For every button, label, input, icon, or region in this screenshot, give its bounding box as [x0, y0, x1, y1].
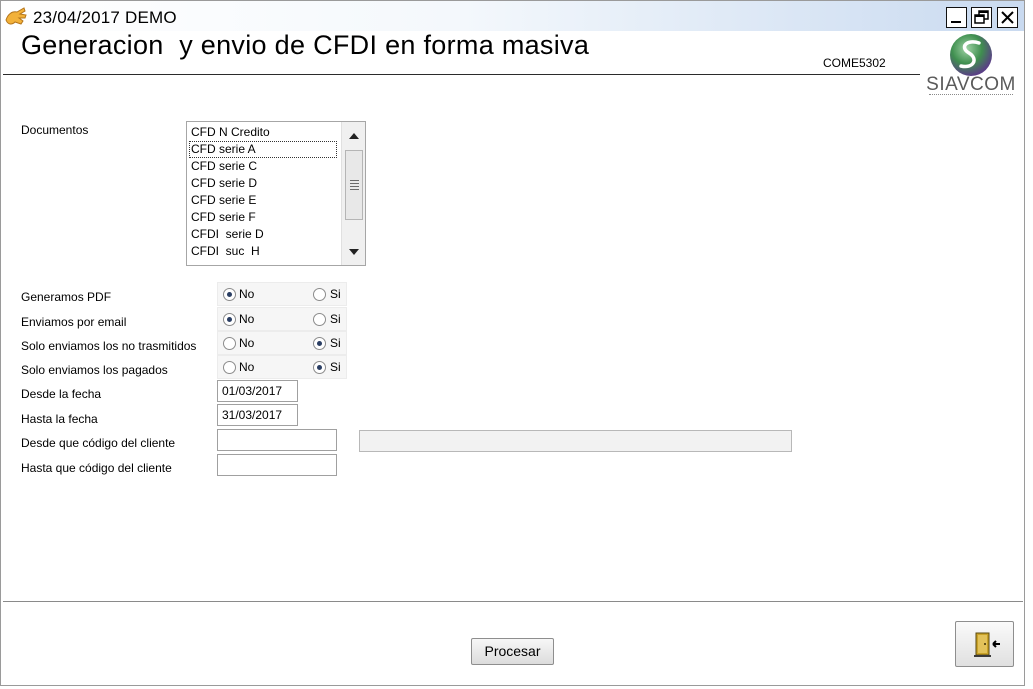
- radio-label-no: No: [239, 360, 255, 374]
- close-button[interactable]: [997, 7, 1018, 28]
- list-item-selected[interactable]: CFD serie A: [189, 141, 337, 158]
- radio-email-no[interactable]: [223, 313, 236, 326]
- radio-pagados-si[interactable]: [313, 361, 326, 374]
- main-window: 23/04/2017 DEMO Generacion y envio de CF…: [0, 0, 1025, 686]
- documents-listbox[interactable]: CFD N Credito CFD serie A CFD serie C CF…: [186, 121, 366, 266]
- documents-label: Documentos: [21, 123, 89, 137]
- radio-no-trasmitidos-no[interactable]: [223, 337, 236, 350]
- option-label-no-trasmitidos: Solo enviamos los no trasmitidos: [21, 339, 197, 353]
- date-from-field[interactable]: 01/03/2017: [217, 380, 298, 402]
- list-item[interactable]: CFD serie E: [187, 192, 339, 209]
- list-item[interactable]: CFD serie C: [187, 158, 339, 175]
- footer-divider: [3, 601, 1023, 602]
- option-group-pagados: No Si: [217, 355, 347, 379]
- client-from-field[interactable]: [217, 429, 337, 451]
- list-item-partial: [187, 260, 339, 265]
- list-item[interactable]: CFDI serie D: [187, 226, 339, 243]
- restore-button[interactable]: [971, 7, 992, 28]
- minimize-icon: [951, 21, 961, 23]
- minimize-button[interactable]: [946, 7, 967, 28]
- scroll-up-arrow-icon[interactable]: [342, 124, 366, 146]
- process-button[interactable]: Procesar: [471, 638, 554, 665]
- client-from-name-field: [359, 430, 792, 452]
- date-to-label: Hasta la fecha: [21, 412, 98, 426]
- siavcom-logo: SIAVCOM: [923, 33, 1019, 101]
- list-item[interactable]: CFD serie F: [187, 209, 339, 226]
- option-group-pdf: No Si: [217, 282, 347, 306]
- restore-icon: [974, 10, 989, 24]
- title-bar: 23/04/2017 DEMO: [1, 1, 1024, 31]
- radio-pdf-no[interactable]: [223, 288, 236, 301]
- page-title: Generacion y envio de CFDI en forma masi…: [21, 30, 590, 60]
- client-from-label: Desde que código del cliente: [21, 436, 176, 450]
- logo-emblem-icon: [950, 34, 992, 76]
- radio-pdf-si[interactable]: [313, 288, 326, 301]
- radio-label-si: Si: [330, 312, 341, 326]
- radio-label-si: Si: [330, 287, 341, 301]
- close-icon: [1001, 11, 1014, 24]
- option-group-no-trasmitidos: No Si: [217, 331, 347, 355]
- option-label-email: Enviamos por email: [21, 315, 127, 329]
- window-title: 23/04/2017 DEMO: [33, 8, 177, 27]
- option-label-pagados: Solo enviamos los pagados: [21, 363, 168, 377]
- header-divider: [3, 74, 920, 75]
- exit-button[interactable]: [955, 621, 1014, 667]
- option-label-pdf: Generamos PDF: [21, 290, 112, 304]
- logo-text: SIAVCOM: [926, 74, 1016, 95]
- exit-door-icon: [974, 632, 1000, 657]
- app-hand-icon: [5, 7, 27, 25]
- radio-label-si: Si: [330, 336, 341, 350]
- list-item[interactable]: CFD serie D: [187, 175, 339, 192]
- radio-pagados-no[interactable]: [223, 361, 236, 374]
- scroll-thumb[interactable]: [345, 150, 363, 220]
- documents-list: CFD N Credito CFD serie A CFD serie C CF…: [187, 124, 339, 265]
- list-item[interactable]: CFDI suc H: [187, 243, 339, 260]
- radio-label-no: No: [239, 312, 255, 326]
- radio-label-no: No: [239, 287, 255, 301]
- logo-underline: [929, 94, 1013, 97]
- date-to-field[interactable]: 31/03/2017: [217, 404, 298, 426]
- option-group-email: No Si: [217, 307, 347, 331]
- documents-scrollbar[interactable]: [341, 122, 365, 265]
- scroll-down-arrow-icon[interactable]: [342, 241, 366, 263]
- client-to-field[interactable]: [217, 454, 337, 476]
- list-item[interactable]: CFD N Credito: [187, 124, 339, 141]
- radio-email-si[interactable]: [313, 313, 326, 326]
- form-code: COME5302: [823, 56, 886, 70]
- client-to-label: Hasta que código del cliente: [21, 461, 172, 475]
- date-from-label: Desde la fecha: [21, 387, 102, 401]
- radio-no-trasmitidos-si[interactable]: [313, 337, 326, 350]
- radio-label-no: No: [239, 336, 255, 350]
- radio-label-si: Si: [330, 360, 341, 374]
